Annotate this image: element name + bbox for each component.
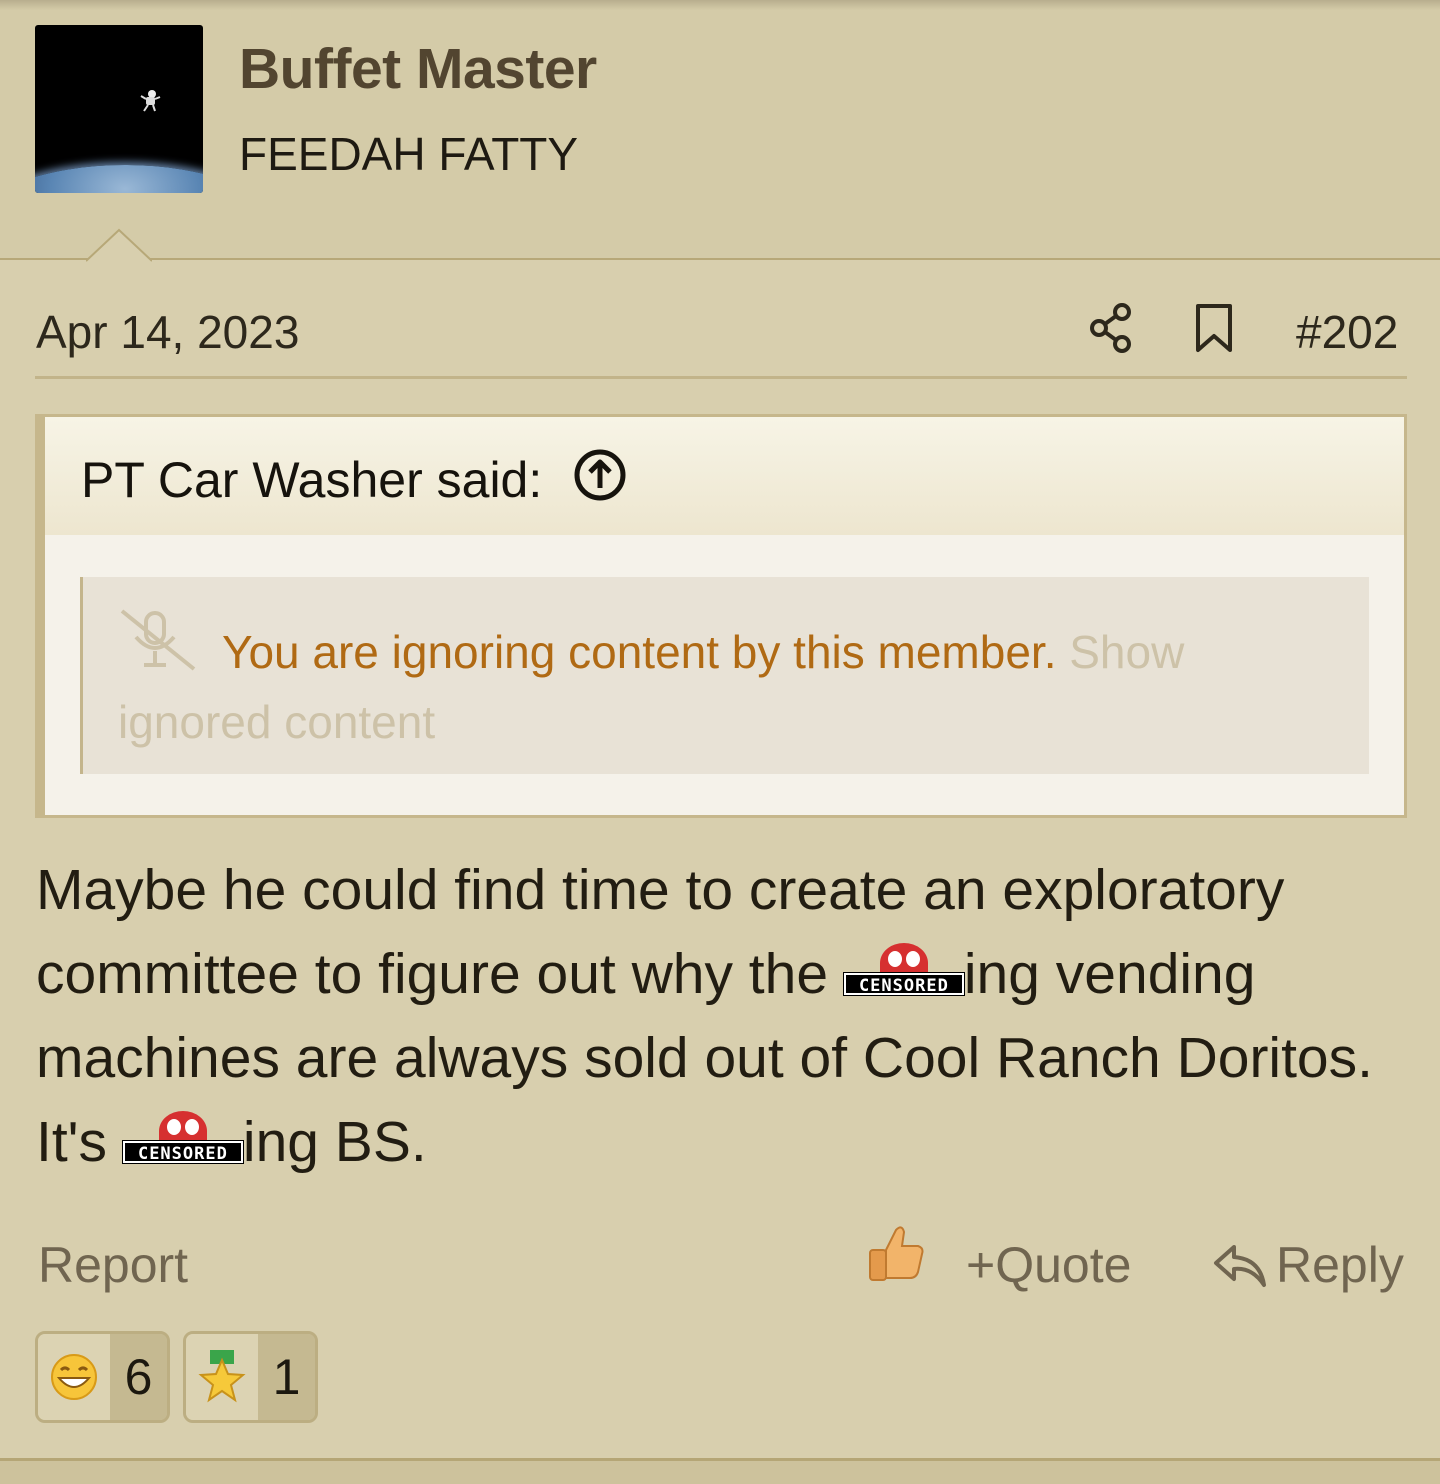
reaction-count: 6: [110, 1334, 167, 1420]
user-header: Buffet Master FEEDAH FATTY: [0, 0, 1440, 260]
next-post-edge: [0, 1458, 1440, 1484]
quote-block: PT Car Washer said: You are ignoring con…: [35, 414, 1407, 818]
reaction-star[interactable]: 1: [183, 1331, 318, 1423]
arrow-up-circle-icon[interactable]: [573, 448, 627, 502]
post-text-3: ing BS.: [242, 1110, 427, 1174]
reaction-laugh[interactable]: 6: [35, 1331, 170, 1423]
earth-horizon: [35, 165, 203, 193]
report-link[interactable]: Report: [38, 1236, 188, 1294]
divider: [35, 376, 1407, 379]
plus-icon: +: [966, 1237, 996, 1293]
post-body: Maybe he could find time to create an ex…: [36, 848, 1416, 1184]
star-medal-icon: [186, 1334, 258, 1420]
astronaut-icon: [140, 90, 161, 112]
username[interactable]: Buffet Master: [239, 36, 597, 102]
quote-label: Quote: [995, 1237, 1132, 1293]
censored-smiley: CENSORED: [121, 1111, 244, 1167]
user-title: FEEDAH FATTY: [239, 128, 579, 180]
user-avatar[interactable]: [35, 25, 203, 193]
censored-label: CENSORED: [842, 972, 965, 996]
ignored-content-box: You are ignoring content by this member.…: [80, 577, 1369, 774]
post-date[interactable]: Apr 14, 2023: [36, 305, 299, 359]
quote-button[interactable]: +Quote: [966, 1236, 1131, 1294]
quote-author: PT Car Washer said:: [81, 452, 543, 508]
reaction-count: 1: [258, 1334, 315, 1420]
grinning-face-icon: [38, 1334, 110, 1420]
post-number[interactable]: #202: [1296, 305, 1398, 359]
censored-label: CENSORED: [121, 1140, 244, 1164]
censored-smiley: CENSORED: [842, 943, 965, 999]
share-icon[interactable]: [1088, 302, 1136, 354]
reply-button[interactable]: Reply: [1212, 1236, 1404, 1294]
quote-header: PT Car Washer said:: [45, 417, 1404, 535]
ignored-message: You are ignoring content by this member.…: [118, 617, 1338, 757]
thumbs-up-icon[interactable]: [866, 1222, 926, 1284]
ignored-notice: You are ignoring content by this member.: [222, 626, 1057, 678]
reply-label: Reply: [1276, 1237, 1404, 1293]
user-pointer-arrow: [86, 228, 152, 262]
top-shadow: [0, 0, 1440, 10]
bookmark-icon[interactable]: [1192, 302, 1236, 354]
reply-arrow-icon: [1214, 1245, 1266, 1287]
